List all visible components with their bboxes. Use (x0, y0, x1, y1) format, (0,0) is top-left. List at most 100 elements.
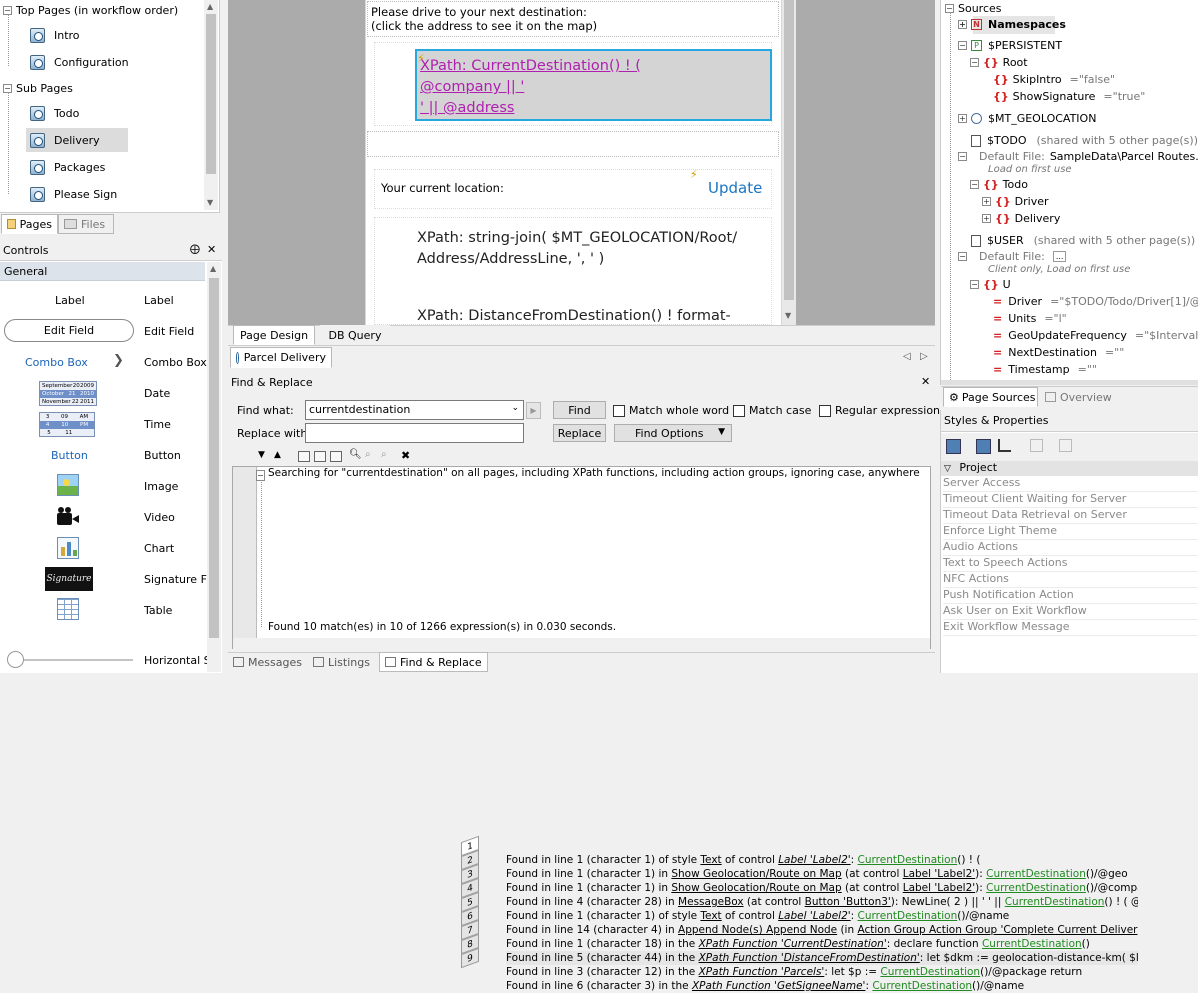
combo-box-preview[interactable]: Combo Box (25, 356, 88, 369)
tab-files[interactable]: Files (58, 214, 114, 234)
driver-node[interactable]: + {} Driver (982, 193, 1049, 210)
function-link[interactable]: Label 'Label2' (778, 854, 850, 866)
page-item-packages[interactable]: Packages (30, 157, 105, 177)
control-name-table[interactable]: Table (144, 604, 172, 617)
property-item[interactable]: Ask User on Exit Workflow (943, 604, 1198, 620)
general-section[interactable]: General (0, 262, 205, 281)
pin-icon[interactable]: ⨁ (190, 244, 200, 255)
property-item[interactable]: Audio Actions (943, 540, 1198, 556)
copy-selected-icon[interactable] (330, 451, 342, 462)
time-picker-icon[interactable]: 3 09 AM 4 10 PM 5 11 (39, 412, 95, 437)
property-item[interactable]: Text to Speech Actions (943, 556, 1198, 572)
match-case-checkbox[interactable]: Match case (733, 404, 811, 417)
result-line[interactable]: Found in line 3 (character 12) in the XP… (506, 965, 1082, 979)
user-attr-row[interactable]: = GeoUpdateFrequency ="$Intervals[1 (993, 327, 1198, 344)
collapse-icon[interactable]: − (958, 152, 967, 161)
geolocation-node[interactable]: + $MT_GEOLOCATION (958, 110, 1096, 127)
result-line[interactable]: Found in line 1 (character 1) of style T… (506, 853, 980, 867)
find-button[interactable]: Find (553, 401, 606, 419)
control-name-image[interactable]: Image (144, 480, 178, 493)
control-name-video[interactable]: Video (144, 511, 175, 524)
sub-pages-group[interactable]: − Sub Pages (3, 78, 73, 98)
location-link[interactable]: Show Geolocation/Route on Map (671, 868, 841, 880)
tab-listings[interactable]: Listings (313, 653, 370, 671)
user-attr-row[interactable]: = Timestamp ="" (993, 361, 1097, 378)
result-line[interactable]: Found in line 1 (character 1) of style T… (506, 909, 1009, 923)
close-icon[interactable]: ✕ (921, 375, 930, 388)
function-link[interactable]: XPath Function 'Parcels' (699, 966, 825, 978)
table-icon[interactable] (57, 598, 79, 620)
copy-icon[interactable] (298, 451, 310, 462)
property-item[interactable]: NFC Actions (943, 572, 1198, 588)
control-name-chart[interactable]: Chart (144, 542, 174, 555)
control-name-label[interactable]: Label (144, 294, 174, 307)
control-name-time[interactable]: Time (144, 418, 171, 431)
location-link[interactable]: Text (700, 854, 721, 866)
match-link[interactable]: CurrentDestination (986, 868, 1086, 880)
tab-overview[interactable]: Overview (1040, 387, 1120, 407)
control-name-signature[interactable]: Signature Fi (144, 573, 209, 586)
property-item[interactable]: Push Notification Action (943, 588, 1198, 604)
u-node[interactable]: − {} U (970, 276, 1011, 293)
location-link[interactable]: Label 'Label2' (903, 882, 975, 894)
control-name-date[interactable]: Date (144, 387, 170, 400)
function-link[interactable]: XPath Function 'DistanceFromDestination' (699, 952, 920, 964)
user-attr-row[interactable]: = NextDestination ="" (993, 344, 1124, 361)
edit-field-preview[interactable]: Edit Field (4, 319, 134, 342)
location-link[interactable]: Label 'Label2' (903, 868, 975, 880)
control-name-edit-field[interactable]: Edit Field (144, 325, 194, 338)
page-item-todo[interactable]: Todo (30, 103, 79, 123)
match-link[interactable]: CurrentDestination (858, 854, 958, 866)
collapse-icon[interactable]: − (970, 58, 979, 67)
collapse-icon[interactable]: − (958, 252, 967, 261)
location-link[interactable]: Button 'Button3' (805, 896, 891, 908)
match-link[interactable]: CurrentDestination (982, 938, 1082, 950)
top-pages-group[interactable]: − Top Pages (in workflow order) (3, 0, 178, 20)
tab-pages[interactable]: Pages (1, 214, 58, 234)
default-file-value[interactable]: ... (1052, 251, 1067, 262)
prompt-cell[interactable]: Please drive to your next destination: (… (367, 1, 779, 37)
result-line[interactable]: Found in line 1 (character 1) in Show Ge… (506, 881, 1138, 895)
function-link[interactable]: XPath Function 'CurrentDestination' (699, 938, 887, 950)
match-link[interactable]: CurrentDestination (872, 980, 972, 992)
results-collapse-icon[interactable]: − (256, 468, 269, 481)
page-item-configuration[interactable]: Configuration (30, 52, 129, 72)
pages-scrollbar[interactable]: ▲ ▼ (204, 0, 218, 210)
scroll-right-icon[interactable]: ▷ (920, 351, 928, 362)
find-prev-icon[interactable]: ⌕ (381, 449, 387, 460)
sources-root[interactable]: − Sources (945, 0, 1002, 17)
location-link[interactable]: Action Group Action Group 'Complete Curr… (857, 924, 1138, 936)
todo-default-file[interactable]: − Default File: SampleData\Parcel Routes… (958, 148, 1198, 165)
tab-db-query[interactable]: DB Query (320, 325, 390, 345)
copy-all-icon[interactable] (314, 451, 326, 462)
date-picker-icon[interactable]: September 20 2009 October 21 2010 November 22… (39, 381, 97, 406)
control-name-horizontal-slider[interactable]: Horizontal S (144, 654, 211, 667)
result-line[interactable]: Found in line 5 (character 44) in the XP… (506, 951, 1138, 965)
find-input[interactable]: currentdestination ⌄ (305, 400, 524, 420)
style-icon-1[interactable] (946, 439, 961, 454)
style-icon-2[interactable] (976, 439, 991, 454)
xpath-distance-label[interactable]: XPath: DistanceFromDestination() ! forma… (417, 308, 731, 324)
location-link[interactable]: MessageBox (678, 896, 744, 908)
collapse-all-icon[interactable] (1030, 439, 1043, 452)
match-link[interactable]: CurrentDestination (1005, 896, 1105, 908)
button-preview[interactable]: Button (51, 449, 88, 462)
label-preview[interactable]: Label (55, 294, 85, 307)
collapse-icon[interactable]: − (970, 180, 979, 189)
update-button[interactable]: Update (708, 179, 762, 197)
find-options-arrow-button[interactable]: ▶ (526, 402, 541, 419)
results-hscroll[interactable] (233, 638, 930, 649)
namespaces-node[interactable]: + N Namespaces (958, 16, 1066, 33)
match-link[interactable]: CurrentDestination (858, 910, 958, 922)
expand-icon[interactable]: + (958, 20, 967, 29)
find-next-icon[interactable]: ⌕ (365, 449, 371, 460)
find-options-button[interactable]: Find Options ▼ (614, 424, 732, 442)
result-line[interactable]: Found in line 1 (character 1) in Show Ge… (506, 867, 1128, 881)
location-link[interactable]: Show Geolocation/Route on Map (671, 882, 841, 894)
property-item[interactable]: Timeout Data Retrieval on Server (943, 508, 1198, 524)
replace-input[interactable] (305, 423, 524, 443)
match-link[interactable]: CurrentDestination (986, 882, 1086, 894)
skipintro-attr[interactable]: {} SkipIntro ="false" (993, 71, 1115, 88)
expand-icon[interactable]: + (982, 214, 991, 223)
user-attr-row[interactable]: = Units ="l" (993, 310, 1067, 327)
